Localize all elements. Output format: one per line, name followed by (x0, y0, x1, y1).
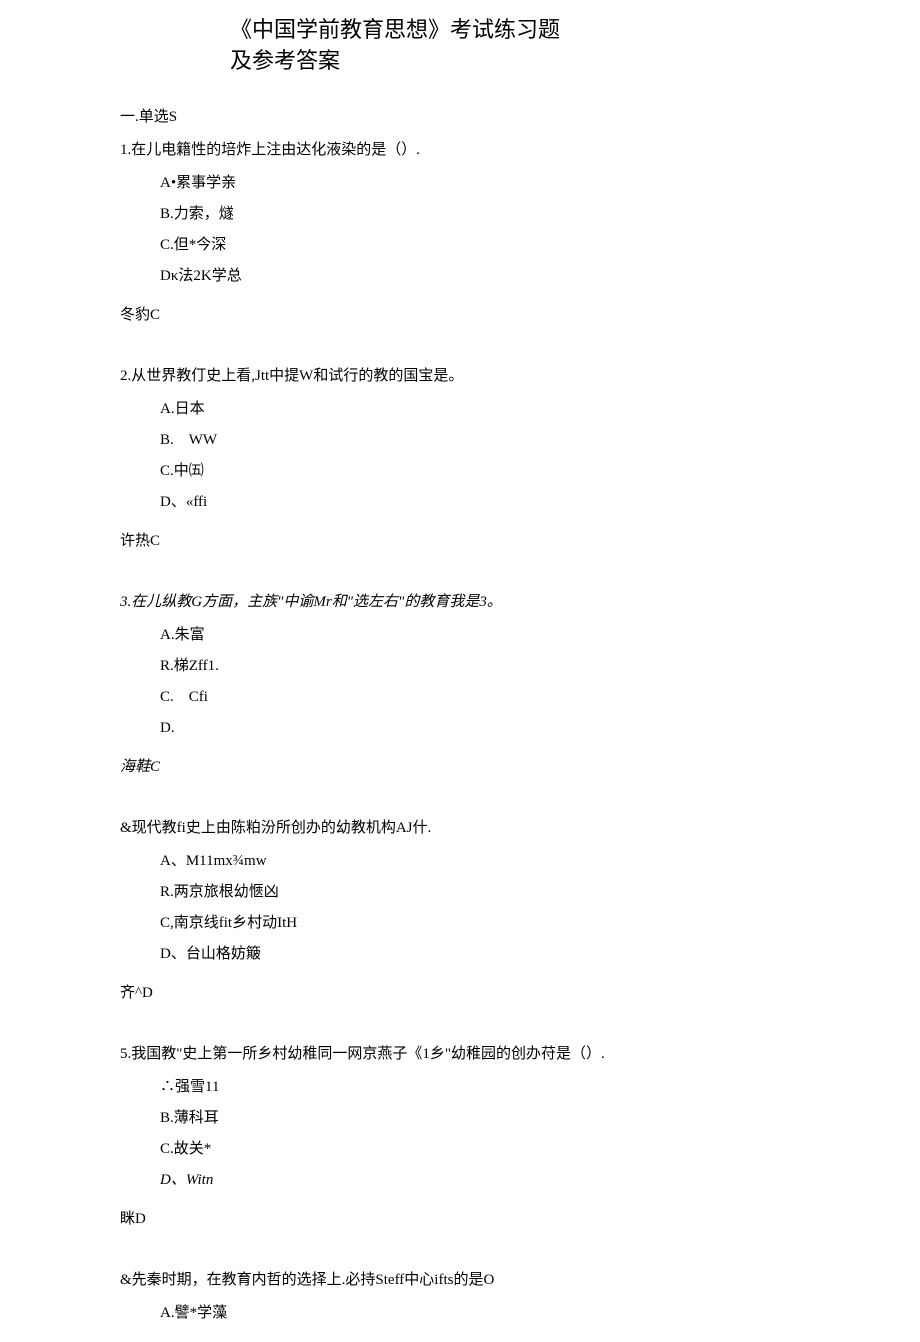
question-text: 3.在儿纵教G方面，主族"中谕Mr和"选左右"的教育我是3。 (120, 592, 860, 613)
option-d: D、«ffi (160, 492, 860, 513)
answer-2: 许热C (120, 531, 860, 552)
question-6: &先秦时期，在教育内哲的选择上.必持Steff中心ifts的是O A.譬*学藻 (120, 1270, 860, 1324)
option-b: R.两京旅根幼愜凶 (160, 882, 860, 903)
option-b: B.薄科耳 (160, 1108, 860, 1129)
question-4: &现代教fi史上由陈粕汾所创办的幼教机构AJ什. A、M11mx¾mw R.两京… (120, 818, 860, 965)
answer-4: 齐^D (120, 983, 860, 1004)
option-a: A.譬*学藻 (160, 1303, 860, 1324)
option-b: B. WW (160, 430, 860, 451)
option-c: C.中㈤ (160, 461, 860, 482)
option-a: A.朱富 (160, 625, 860, 646)
option-c: C.但*今深 (160, 235, 860, 256)
question-options: A、M11mx¾mw R.两京旅根幼愜凶 C,南京线fit乡村动ItH D、台山… (160, 851, 860, 965)
question-options: A.譬*学藻 (160, 1303, 860, 1324)
answer-3: 海鞋C (120, 757, 860, 778)
question-1: 1.在儿电籍性的培炸上注由达化液染的是（）. A•累事学亲 B.力索，燧 C.但… (120, 140, 860, 287)
option-a: A•累事学亲 (160, 173, 860, 194)
title-line-2: 及参考答案 (230, 46, 920, 77)
option-c: C. Cfi (160, 687, 860, 708)
section-header: 一.单选S (120, 107, 860, 128)
question-options: ∴强雪11 B.薄科耳 C.故关* D、Witn (160, 1077, 860, 1191)
question-2: 2.从世界教仃史上看,Jtt中提W和试行的教的国宝是。 A.日本 B. WW C… (120, 366, 860, 513)
question-text: 2.从世界教仃史上看,Jtt中提W和试行的教的国宝是。 (120, 366, 860, 387)
option-a: A.日本 (160, 399, 860, 420)
question-text: &先秦时期，在教育内哲的选择上.必持Steff中心ifts的是O (120, 1270, 860, 1291)
document-title: 《中国学前教育思想》考试练习题 及参考答案 (230, 15, 920, 77)
option-d: D. (160, 718, 860, 739)
option-b: R.梯Zff1. (160, 656, 860, 677)
question-options: A.朱富 R.梯Zff1. C. Cfi D. (160, 625, 860, 739)
question-3: 3.在儿纵教G方面，主族"中谕Mr和"选左右"的教育我是3。 A.朱富 R.梯Z… (120, 592, 860, 739)
option-d: D、Witn (160, 1170, 860, 1191)
question-options: A•累事学亲 B.力索，燧 C.但*今深 Dκ法2K学总 (160, 173, 860, 287)
document-body: 一.单选S 1.在儿电籍性的培炸上注由达化液染的是（）. A•累事学亲 B.力索… (120, 107, 860, 1324)
question-text: 1.在儿电籍性的培炸上注由达化液染的是（）. (120, 140, 860, 161)
option-d: Dκ法2K学总 (160, 266, 860, 287)
question-options: A.日本 B. WW C.中㈤ D、«ffi (160, 399, 860, 513)
question-text: 5.我国教"史上第一所乡村幼稚同一网京燕子《1乡"幼稚园的创办苻是（）. (120, 1044, 860, 1065)
question-text: &现代教fi史上由陈粕汾所创办的幼教机构AJ什. (120, 818, 860, 839)
option-c: C,南京线fit乡村动ItH (160, 913, 860, 934)
option-a: A、M11mx¾mw (160, 851, 860, 872)
option-c: C.故关* (160, 1139, 860, 1160)
title-line-1: 《中国学前教育思想》考试练习题 (230, 15, 920, 46)
answer-1: 冬豹C (120, 305, 860, 326)
option-d: D、台山格妨簸 (160, 944, 860, 965)
option-a: ∴强雪11 (160, 1077, 860, 1098)
question-5: 5.我国教"史上第一所乡村幼稚同一网京燕子《1乡"幼稚园的创办苻是（）. ∴强雪… (120, 1044, 860, 1191)
option-b: B.力索，燧 (160, 204, 860, 225)
answer-5: 眯D (120, 1209, 860, 1230)
